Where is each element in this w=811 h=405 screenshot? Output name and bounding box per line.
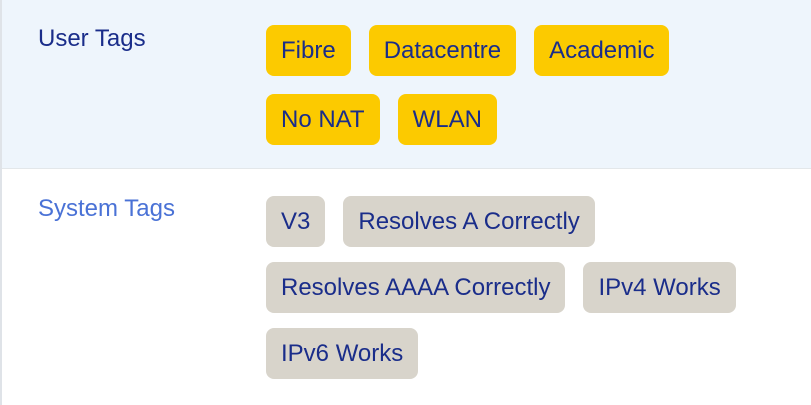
user-tag-academic[interactable]: Academic	[534, 25, 670, 76]
system-tag-ipv4-works[interactable]: IPv4 Works	[583, 262, 736, 313]
system-tag-resolves-a-correctly[interactable]: Resolves A Correctly	[343, 196, 595, 247]
system-tags-row: System Tags V3 Resolves A Correctly Reso…	[2, 168, 811, 405]
user-tag-fibre[interactable]: Fibre	[266, 25, 351, 76]
system-tag-resolves-aaaa-correctly[interactable]: Resolves AAAA Correctly	[266, 262, 566, 313]
system-tags-label: System Tags	[38, 195, 175, 222]
user-tag-datacentre[interactable]: Datacentre	[368, 25, 517, 76]
system-tag-v3[interactable]: V3	[266, 196, 326, 247]
user-tags-row: User Tags Fibre Datacentre Academic No N…	[2, 0, 811, 168]
system-tags-list: V3 Resolves A Correctly Resolves AAAA Co…	[266, 196, 746, 379]
user-tag-no-nat[interactable]: No NAT	[266, 94, 380, 145]
tags-panel: User Tags Fibre Datacentre Academic No N…	[0, 0, 811, 405]
user-tags-label: User Tags	[38, 25, 146, 52]
user-tag-wlan[interactable]: WLAN	[397, 94, 497, 145]
user-tags-list: Fibre Datacentre Academic No NAT WLAN	[266, 25, 746, 145]
system-tag-ipv6-works[interactable]: IPv6 Works	[266, 328, 419, 379]
